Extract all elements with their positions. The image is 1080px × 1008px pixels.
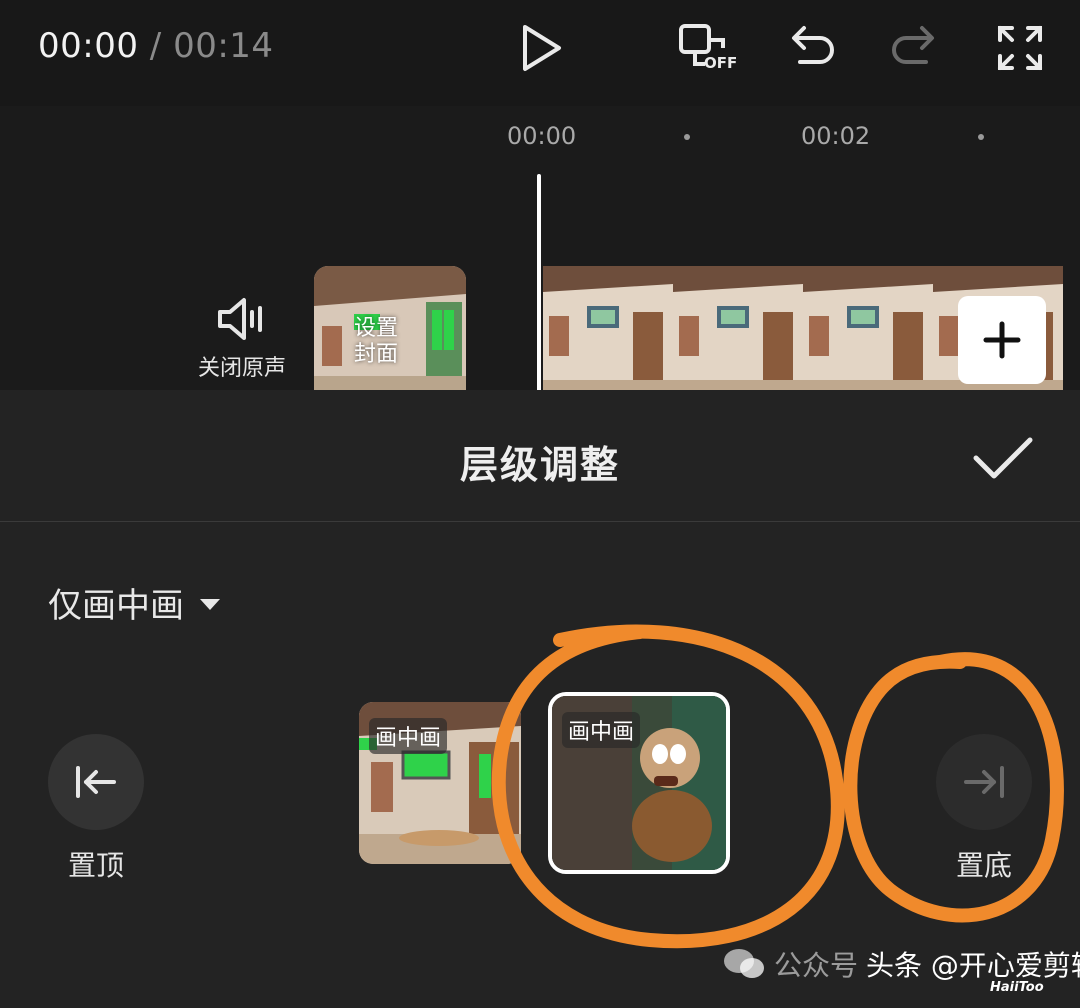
set-cover-label: 设置 封面: [354, 316, 399, 367]
wechat-icon: [724, 949, 764, 978]
current-time: 00:00: [38, 26, 139, 66]
off-badge: OFF: [704, 54, 738, 72]
watermark-faint-text: 公众号: [774, 949, 859, 982]
panel-title: 层级调整: [459, 443, 620, 487]
confirm-button[interactable]: [968, 426, 1038, 490]
tick-dot: [978, 134, 984, 140]
plus-icon: [983, 321, 1021, 359]
play-button[interactable]: [510, 20, 574, 76]
timeline[interactable]: 00:00 00:02 关闭原声 设置 封面: [0, 106, 1080, 390]
fullscreen-button[interactable]: [988, 20, 1052, 76]
set-cover-button[interactable]: 设置 封面: [314, 266, 466, 390]
mute-original-button[interactable]: 关闭原声: [190, 296, 294, 382]
fullscreen-icon: [998, 26, 1042, 70]
panel-divider: [0, 521, 1080, 522]
play-icon: [523, 25, 561, 71]
mute-original-label: 关闭原声: [197, 356, 286, 381]
playhead[interactable]: [537, 174, 541, 390]
watermark-sub: HaiiToo: [990, 980, 1044, 995]
total-time: 00:14: [173, 26, 274, 66]
time-tick: 00:00: [507, 122, 577, 150]
redo-button[interactable]: [884, 20, 948, 76]
original-sound-toggle[interactable]: OFF: [674, 20, 740, 76]
checkmark-icon: [973, 437, 1033, 479]
redo-icon: [892, 26, 934, 64]
annotation-circle: [491, 624, 845, 949]
undo-icon: [792, 26, 834, 64]
undo-button[interactable]: [778, 20, 842, 76]
add-clip-button[interactable]: [958, 296, 1046, 384]
tick-dot: [684, 134, 690, 140]
time-separator: /: [149, 26, 162, 66]
annotation-circle: [843, 652, 1064, 923]
speaker-icon: [218, 298, 262, 340]
watermark-text: 头条 @开心爱剪辑: [866, 949, 1080, 982]
watermark: 公众号 头条 @开心爱剪辑: [722, 944, 1080, 984]
time-display: 00:00 / 00:14: [38, 26, 274, 66]
time-tick: 00:02: [801, 122, 871, 150]
